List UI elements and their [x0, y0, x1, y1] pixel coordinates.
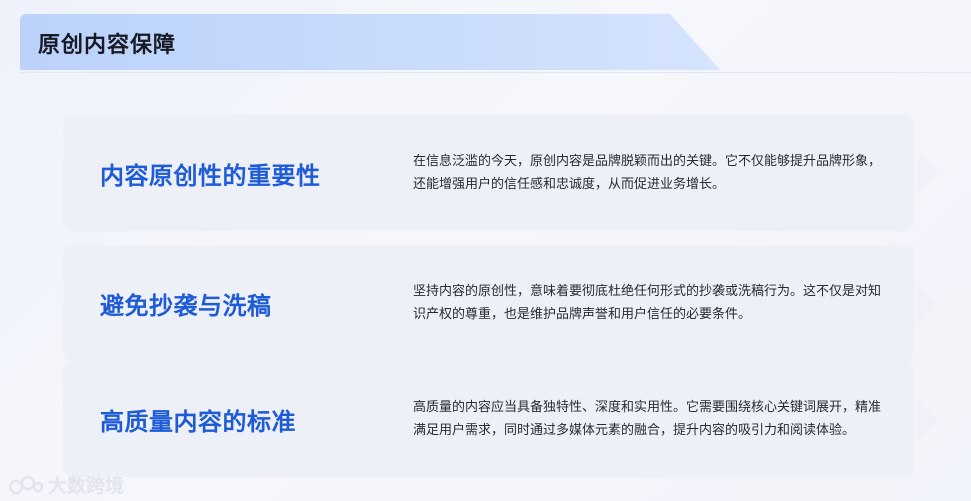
logo-icon [8, 475, 44, 494]
watermark-logo: 大数跨境 [8, 471, 124, 498]
card-description-text: 在信息泛滥的今天，原创内容是品牌脱颖而出的关键。它不仅能够提升品牌形象，还能增强… [413, 154, 882, 192]
watermark-text: 大数跨境 [48, 475, 125, 497]
card-avoid-plagiarism: 避免抄袭与洗稿 坚持内容的原创性，意味着要彻底杜绝任何形式的抄袭或洗稿行为。这不… [63, 245, 938, 361]
header-divider [20, 72, 971, 73]
card-description-text: 高质量的内容应当具备独特性、深度和实用性。它需要围绕核心关键词展开，精准满足用户… [413, 400, 882, 438]
card-description: 高质量的内容应当具备独特性、深度和实用性。它需要围绕核心关键词展开，精准满足用户… [413, 361, 893, 477]
card-description-text: 坚持内容的原创性，意味着要彻底杜绝任何形式的抄袭或洗稿行为。这不仅是对知识产权的… [413, 284, 882, 322]
card-description: 在信息泛滥的今天，原创内容是品牌脱颖而出的关键。它不仅能够提升品牌形象，还能增强… [413, 115, 893, 231]
chevron-right-icon [918, 283, 938, 323]
card-description: 坚持内容的原创性，意味着要彻底杜绝任何形式的抄袭或洗稿行为。这不仅是对知识产权的… [413, 245, 893, 361]
card-quality-standard: 高质量内容的标准 高质量的内容应当具备独特性、深度和实用性。它需要围绕核心关键词… [63, 361, 938, 477]
card-heading: 避免抄袭与洗稿 [100, 291, 272, 320]
chevron-right-icon [918, 153, 938, 193]
card-originality-importance: 内容原创性的重要性 在信息泛滥的今天，原创内容是品牌脱颖而出的关键。它不仅能够提… [63, 115, 938, 231]
header: 原创内容保障 [0, 0, 971, 80]
page-title: 原创内容保障 [38, 33, 177, 58]
card-heading: 内容原创性的重要性 [100, 161, 321, 190]
card-heading: 高质量内容的标准 [100, 407, 296, 436]
chevron-right-icon [918, 399, 938, 439]
